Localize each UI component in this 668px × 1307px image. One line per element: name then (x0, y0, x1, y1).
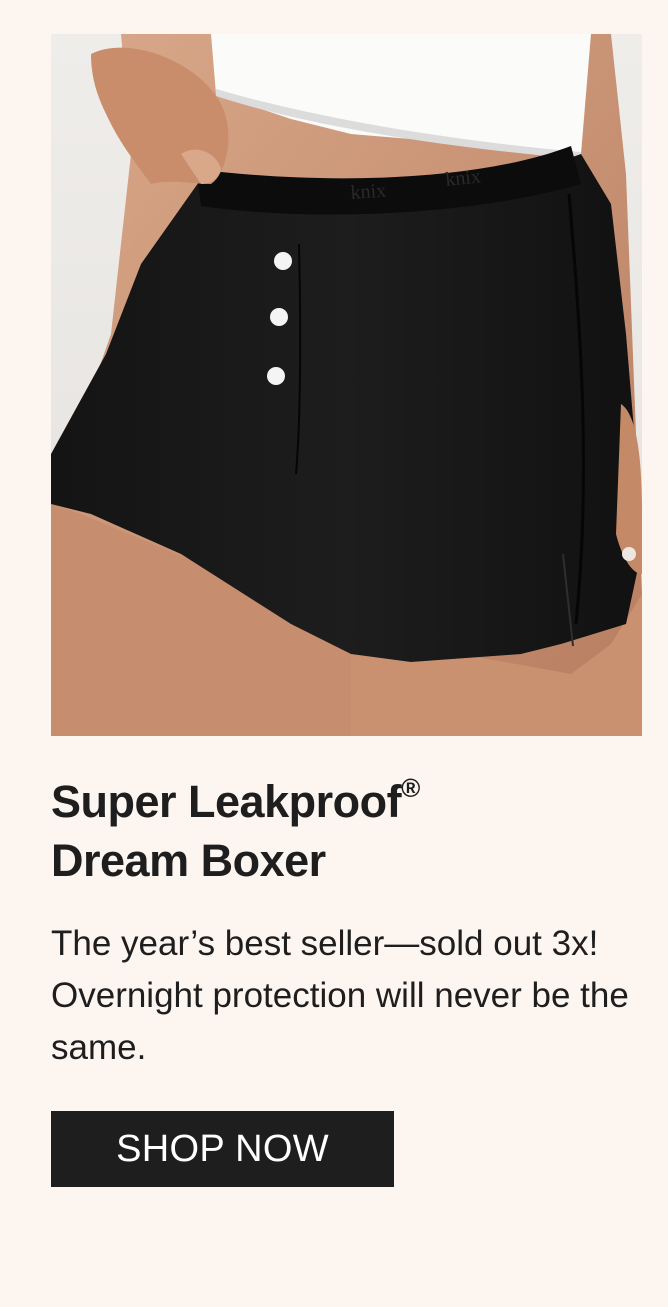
waistband-logo: knix (350, 180, 387, 204)
product-title-line2: Dream Boxer (51, 835, 326, 886)
product-description: The year’s best seller—sold out 3x! Over… (51, 924, 629, 1067)
registered-mark: ® (401, 773, 420, 803)
product-title: Super Leakproof® Dream Boxer (51, 772, 631, 890)
svg-text:knix: knix (444, 165, 482, 191)
product-image[interactable]: knix knix (51, 34, 642, 736)
boxer-shorts-photo: knix knix (51, 34, 642, 736)
shop-now-button[interactable]: SHOP NOW (51, 1111, 394, 1187)
product-title-line1: Super Leakproof (51, 776, 402, 827)
